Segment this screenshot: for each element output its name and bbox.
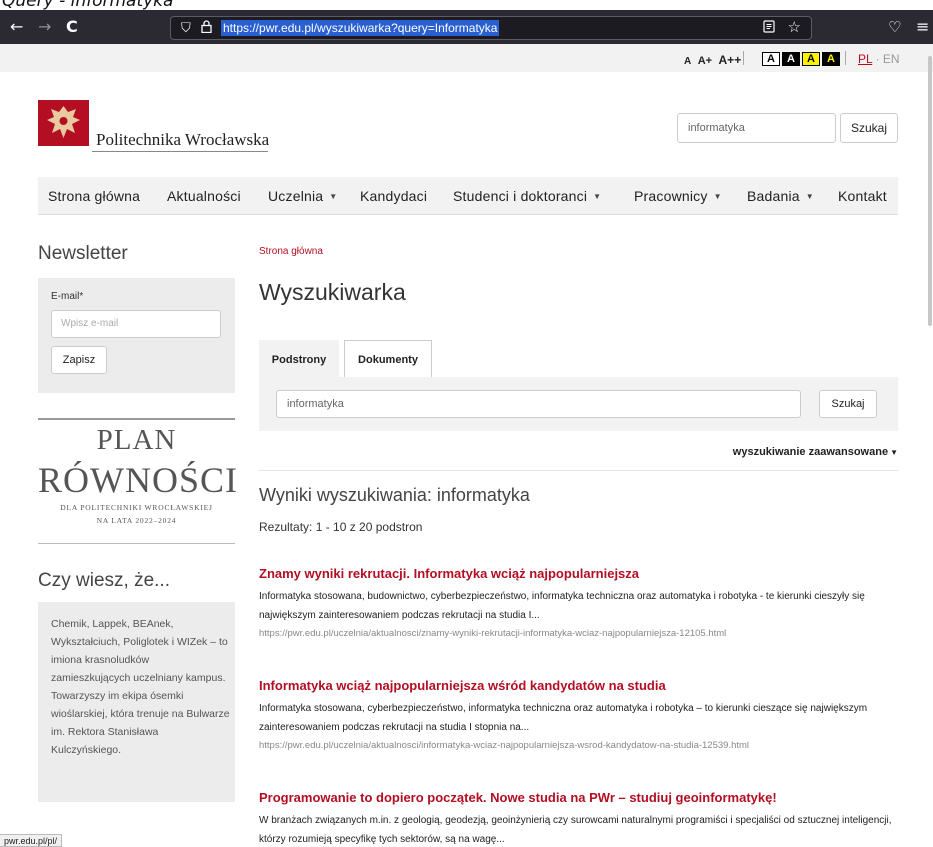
- chevron-down-icon: ▼: [805, 192, 814, 201]
- contrast-controls: A A A A: [762, 52, 842, 66]
- chevron-down-icon: ▼: [890, 448, 898, 457]
- chevron-down-icon: ▼: [713, 192, 722, 201]
- forward-icon[interactable]: →: [38, 17, 51, 37]
- nav-item-research[interactable]: Badania ▼: [747, 177, 814, 215]
- list-item: Informatyka wciąż najpopularniejsza wśró…: [259, 677, 909, 753]
- main-nav: Strona główna Aktualności Uczelnia ▼ Kand…: [38, 177, 898, 215]
- nav-item-staff[interactable]: Pracownicy ▼: [634, 177, 722, 215]
- contrast-normal[interactable]: A: [762, 52, 780, 66]
- nav-item-university[interactable]: Uczelnia ▼: [268, 177, 337, 215]
- language-switch: PL · EN: [858, 52, 900, 66]
- banner-divider: [38, 543, 235, 544]
- tracking-shield-icon[interactable]: ⛉: [181, 20, 191, 36]
- divider: [259, 470, 898, 471]
- result-description: Informatyka stosowana, budownictwo, cybe…: [259, 591, 865, 621]
- font-size-large[interactable]: A+: [698, 55, 712, 67]
- font-size-xlarge[interactable]: A++: [719, 53, 742, 67]
- equality-plan-banner-line1[interactable]: PLAN: [38, 424, 235, 457]
- email-field[interactable]: Wpisz e-mail: [51, 310, 221, 338]
- bookmark-star-icon[interactable]: ☆: [788, 18, 801, 36]
- menu-icon[interactable]: ≡: [916, 17, 929, 37]
- page-title: Wyszukiwarka: [259, 279, 406, 305]
- font-size-controls: A A+ A++: [684, 51, 743, 69]
- university-crest-logo[interactable]: [38, 100, 89, 146]
- search-button[interactable]: Szukaj: [819, 390, 877, 418]
- results-heading: Wyniki wyszukiwania: informatyka: [259, 485, 530, 505]
- result-title-link[interactable]: Informatyka wciąż najpopularniejsza wśró…: [259, 677, 909, 695]
- equality-plan-banner-line3[interactable]: DLA POLITECHNIKI WROCŁAWSKIEJ: [38, 503, 235, 512]
- result-url[interactable]: https://pwr.edu.pl/uczelnia/aktualnosci/…: [259, 739, 909, 753]
- back-icon[interactable]: ←: [10, 17, 23, 37]
- nav-item-home[interactable]: Strona główna: [48, 177, 140, 215]
- reader-view-icon[interactable]: [763, 20, 775, 36]
- facts-text: Chemik, Lappek, BEAnek, Wykształciuch, P…: [51, 618, 230, 756]
- equality-plan-banner-line4[interactable]: NA LATA 2022–2024: [38, 516, 235, 525]
- page-scrollbar[interactable]: [928, 56, 932, 326]
- browser-toolbar: ← → C ⛉ https://pwr.edu.pl/wyszukiwarka?…: [0, 10, 933, 44]
- lang-en-link[interactable]: EN: [883, 52, 900, 66]
- caption-text: Query - informatyka: [2, 0, 174, 10]
- list-item: Programowanie to dopiero początek. Nowe …: [259, 789, 909, 847]
- newsletter-title: Newsletter: [38, 243, 128, 264]
- link-status-tooltip: pwr.edu.pl/pl/: [0, 834, 63, 847]
- reload-icon[interactable]: C: [66, 17, 78, 37]
- email-label: E-mail*: [51, 291, 84, 302]
- facts-box: Chemik, Lappek, BEAnek, Wykształciuch, P…: [38, 602, 235, 802]
- chevron-down-icon: ▼: [593, 192, 602, 201]
- pocket-icon[interactable]: ♡: [888, 17, 901, 37]
- accessibility-bar: A A+ A++ A A A A PL · EN: [0, 44, 933, 72]
- site-name[interactable]: Politechnika Wrocławska: [96, 130, 269, 150]
- nav-item-students[interactable]: Studenci i doktoranci ▼: [453, 177, 601, 215]
- result-title-link[interactable]: Programowanie to dopiero początek. Nowe …: [259, 789, 909, 807]
- nav-item-contact[interactable]: Kontakt: [838, 177, 887, 215]
- subscribe-button[interactable]: Zapisz: [51, 346, 107, 374]
- tab-documents[interactable]: Dokumenty: [344, 340, 432, 378]
- header-search-button[interactable]: Szukaj: [840, 113, 898, 143]
- newsletter-form: E-mail* Wpisz e-mail Zapisz: [38, 278, 235, 393]
- result-description: Informatyka stosowana, cyberbezpieczeńst…: [259, 703, 868, 733]
- chevron-down-icon: ▼: [329, 192, 338, 201]
- result-title-link[interactable]: Znamy wyniki rekrutacji. Informatyka wci…: [259, 565, 909, 583]
- lock-icon[interactable]: [201, 20, 212, 36]
- header-search-input[interactable]: informatyka: [677, 113, 836, 143]
- divider: [845, 51, 846, 65]
- font-size-normal[interactable]: A: [684, 56, 691, 67]
- contrast-yellow-black[interactable]: A: [802, 52, 820, 66]
- search-input[interactable]: informatyka: [276, 390, 801, 418]
- facts-title: Czy wiesz, że...: [38, 570, 170, 591]
- window-caption: Query - informatyka: [0, 0, 933, 10]
- url-text[interactable]: https://pwr.edu.pl/wyszukiwarka?query=In…: [221, 20, 500, 36]
- search-panel: informatyka Szukaj: [259, 377, 898, 431]
- result-url[interactable]: https://pwr.edu.pl/uczelnia/aktualnosci/…: [259, 627, 909, 641]
- nav-item-news[interactable]: Aktualności: [167, 177, 241, 215]
- contrast-black-white[interactable]: A: [782, 52, 800, 66]
- equality-plan-banner-line2[interactable]: RÓWNOŚCI: [38, 459, 237, 501]
- divider: [743, 51, 744, 65]
- result-description: W branżach związanych m.in. z geologią, …: [259, 815, 892, 845]
- address-bar[interactable]: ⛉ https://pwr.edu.pl/wyszukiwarka?query=…: [170, 16, 812, 40]
- results-count: Rezultaty: 1 - 10 z 20 podstron: [259, 520, 423, 534]
- contrast-black-yellow[interactable]: A: [822, 52, 840, 66]
- logo-underline: [92, 151, 268, 152]
- list-item: Znamy wyniki rekrutacji. Informatyka wci…: [259, 565, 909, 641]
- tab-subpages[interactable]: Podstrony: [259, 340, 339, 378]
- nav-item-candidates[interactable]: Kandydaci: [360, 177, 427, 215]
- breadcrumb[interactable]: Strona główna: [259, 246, 323, 257]
- banner-divider: [38, 418, 235, 420]
- advanced-search-toggle[interactable]: wyszukiwanie zaawansowane ▼: [733, 446, 898, 458]
- lang-pl-link[interactable]: PL: [858, 52, 872, 66]
